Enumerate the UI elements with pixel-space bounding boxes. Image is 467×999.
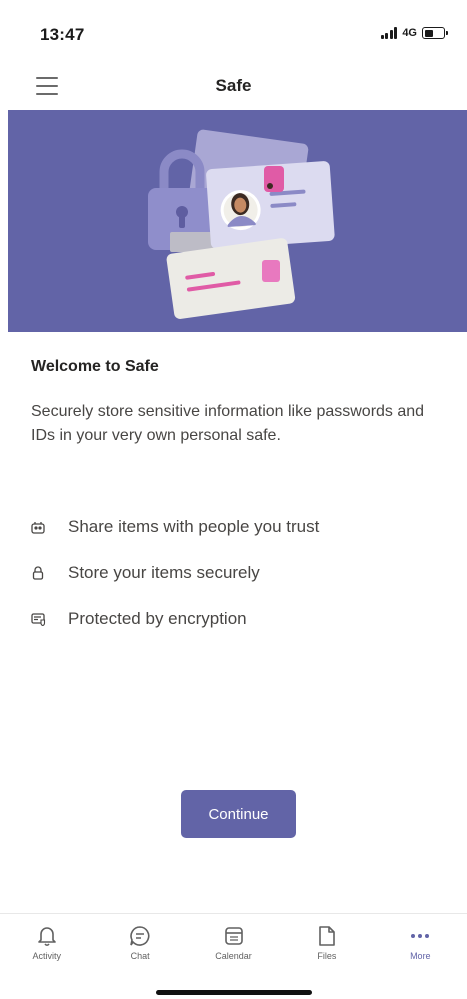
network-type: 4G [402, 27, 417, 39]
nav-item-calendar[interactable]: Calendar [187, 914, 280, 975]
feature-item-share: Share items with people you trust [30, 515, 450, 539]
lock-icon [30, 565, 46, 581]
welcome-description: Securely store sensitive information lik… [31, 403, 425, 444]
battery-level [424, 29, 433, 37]
home-indicator[interactable] [156, 990, 312, 995]
share-people-icon [30, 519, 46, 535]
nav-item-files[interactable]: Files [280, 914, 373, 975]
status-time: 13:47 [40, 25, 85, 44]
chat-icon [128, 924, 152, 948]
nav-label: Activity [32, 951, 61, 961]
feature-item-encryption: Protected by encryption [30, 607, 450, 631]
nav-label: Calendar [215, 951, 252, 961]
feature-label: Store your items securely [68, 563, 260, 582]
more-dots-icon [408, 924, 432, 948]
bell-icon [35, 924, 59, 948]
tag-illustration [264, 166, 284, 192]
welcome-title: Welcome to Safe [31, 358, 159, 375]
nav-label: Files [317, 951, 337, 961]
file-icon [315, 924, 339, 948]
feature-list: Share items with people you trust Store … [30, 515, 450, 653]
nav-item-activity[interactable]: Activity [0, 914, 93, 975]
nav-item-chat[interactable]: Chat [93, 914, 186, 975]
nav-label: More [410, 951, 431, 961]
feature-item-store: Store your items securely [30, 561, 450, 585]
status-bar: 13:47 4G [0, 0, 467, 62]
bottom-navigation: Activity Chat Calendar Files More [0, 913, 467, 975]
continue-button[interactable]: Continue [181, 790, 296, 838]
nav-item-more[interactable]: More [374, 914, 467, 975]
nav-label: Chat [130, 951, 150, 961]
page-title: Safe [215, 76, 252, 95]
hero-banner [8, 110, 467, 332]
battery-icon [422, 27, 448, 39]
app-header: Safe [0, 62, 467, 110]
calendar-icon [222, 924, 246, 948]
status-indicators: 4G [380, 27, 448, 39]
signal-icon [380, 27, 398, 39]
feature-label: Protected by encryption [68, 609, 247, 628]
shield-card-icon [30, 611, 46, 627]
safe-illustration [148, 129, 335, 319]
feature-label: Share items with people you trust [68, 517, 320, 536]
